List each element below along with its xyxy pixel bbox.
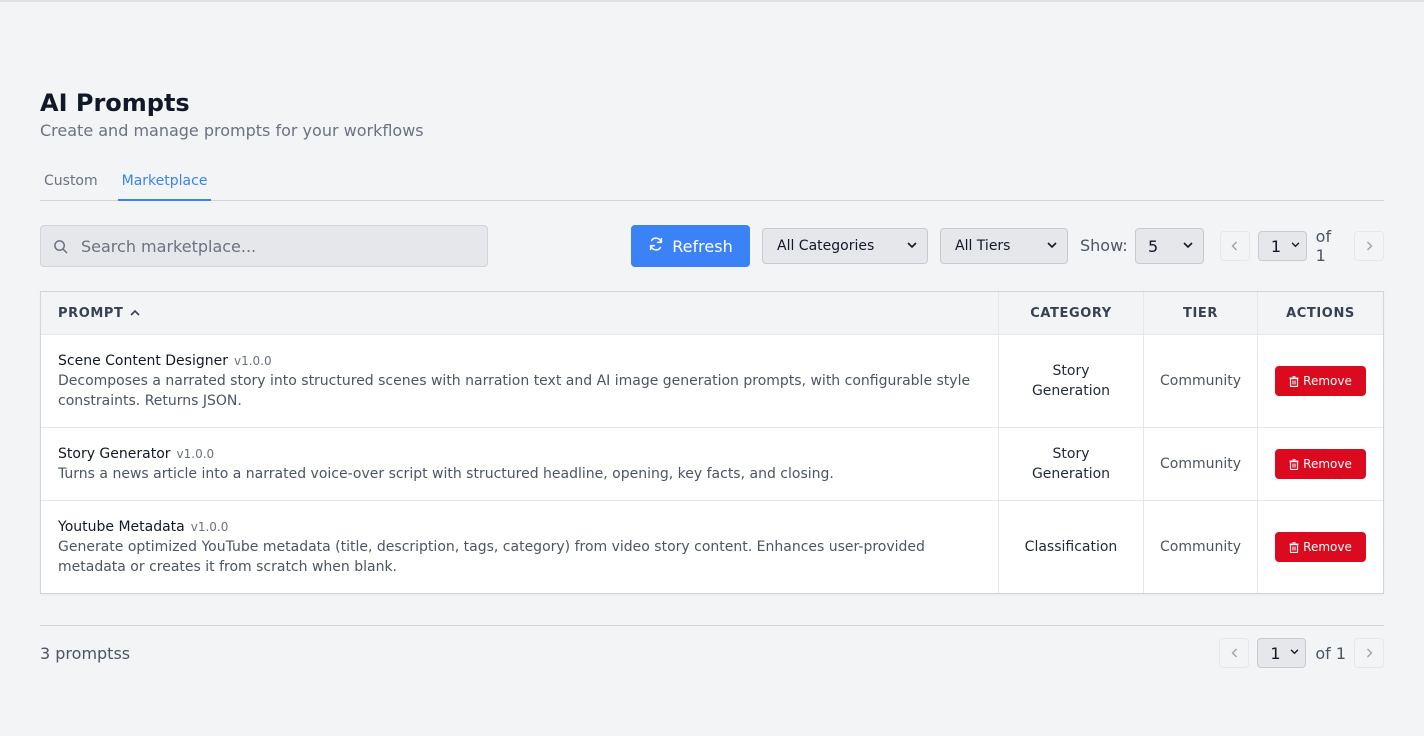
result-count: 3 promptss [40,644,131,663]
trash-icon [1289,458,1299,470]
table-header: PROMPT CATEGORY TIER ACTIONS [41,292,1383,335]
column-header-category[interactable]: CATEGORY [999,292,1144,334]
search-box [40,225,488,267]
chevron-down-icon [1290,648,1299,658]
chevron-up-icon [129,308,140,319]
prompt-version: v1.0.0 [190,520,229,534]
trash-icon [1289,541,1299,553]
chevron-down-icon [1047,241,1057,252]
category-cell: Story Generation [999,428,1144,500]
tier-select[interactable]: All Tiers [940,228,1068,264]
chevron-right-icon [1366,648,1372,658]
prompt-cell: Youtube Metadata v1.0.0 Generate optimize… [41,501,999,593]
chevron-down-icon [1291,241,1300,251]
page-select[interactable]: 1 [1257,231,1307,261]
remove-button[interactable]: Remove [1275,366,1366,396]
page-subtitle: Create and manage prompts for your workf… [40,121,424,140]
search-input[interactable] [81,236,461,256]
chevron-left-icon [1231,648,1237,658]
category-cell: Story Generation [999,335,1144,427]
page-total: of 1 [1315,227,1332,265]
prev-page-button[interactable] [1219,638,1250,668]
prompt-description: Decomposes a narrated story into structu… [58,373,971,409]
page-title: AI Prompts [40,89,190,117]
refresh-button[interactable]: Refresh [631,225,750,267]
category-cell: Classification [999,501,1144,593]
prev-page-button[interactable] [1220,231,1250,261]
prompt-name: Youtube Metadata [58,519,185,535]
chevron-down-icon [907,241,917,252]
page-select-value: 1 [1270,643,1281,663]
category-select[interactable]: All Categories [762,228,928,264]
page-total: of 1 [1315,643,1346,663]
actions-cell: Remove [1258,428,1383,500]
tab-marketplace[interactable]: Marketplace [117,163,212,201]
bottom-pagination: 1 of 1 [1219,638,1384,668]
page-select-value: 1 [1270,236,1282,256]
prompt-description: Generate optimized YouTube metadata (tit… [58,539,925,575]
tab-bar: Custom Marketplace [40,163,1384,201]
prompt-description: Turns a news article into a narrated voi… [58,466,834,482]
tier-select-value: All Tiers [955,238,1011,254]
next-page-button[interactable] [1354,638,1384,668]
next-page-button[interactable] [1354,231,1384,261]
show-label: Show: [1080,236,1128,255]
prompt-name: Story Generator [58,446,171,462]
table-row: Story Generator v1.0.0 Turns a news artic… [41,428,1383,501]
chevron-right-icon [1366,241,1373,251]
toolbar: Refresh All Categories All Tiers Show: 5 [40,225,1384,267]
column-header-tier[interactable]: TIER [1144,292,1258,334]
remove-button[interactable]: Remove [1275,532,1366,562]
refresh-icon [648,236,664,256]
page-size-select[interactable]: 5 [1135,228,1204,264]
table-row: Scene Content Designer v1.0.0 Decomposes … [41,335,1383,428]
prompt-cell: Scene Content Designer v1.0.0 Decomposes … [41,335,999,427]
chevron-down-icon [1183,241,1193,252]
search-icon [53,238,69,254]
top-pagination: 1 of 1 [1220,225,1384,267]
prompt-version: v1.0.0 [233,354,272,368]
prompt-version: v1.0.0 [176,447,215,461]
prompt-cell: Story Generator v1.0.0 Turns a news artic… [41,428,999,500]
tier-cell: Community [1144,501,1258,593]
prompts-table: PROMPT CATEGORY TIER ACTIONS Scene Conte… [40,291,1384,594]
table-row: Youtube Metadata v1.0.0 Generate optimize… [41,501,1383,593]
column-header-actions: ACTIONS [1286,305,1355,321]
page-select[interactable]: 1 [1257,638,1307,668]
prompt-name: Scene Content Designer [58,353,228,369]
top-border [0,0,1424,2]
actions-cell: Remove [1258,335,1383,427]
table-footer: 3 promptss 1 of 1 [40,625,1384,685]
column-header-prompt[interactable]: PROMPT [41,292,999,334]
tier-cell: Community [1144,335,1258,427]
refresh-label: Refresh [672,236,733,256]
page-size-value: 5 [1148,236,1159,256]
tab-custom[interactable]: Custom [40,163,102,201]
page-content: AI Prompts Create and manage prompts for… [40,88,1384,594]
tier-cell: Community [1144,428,1258,500]
chevron-left-icon [1231,241,1238,251]
actions-cell: Remove [1258,501,1383,593]
trash-icon [1289,375,1299,387]
remove-button[interactable]: Remove [1275,449,1366,479]
category-select-value: All Categories [777,238,875,254]
